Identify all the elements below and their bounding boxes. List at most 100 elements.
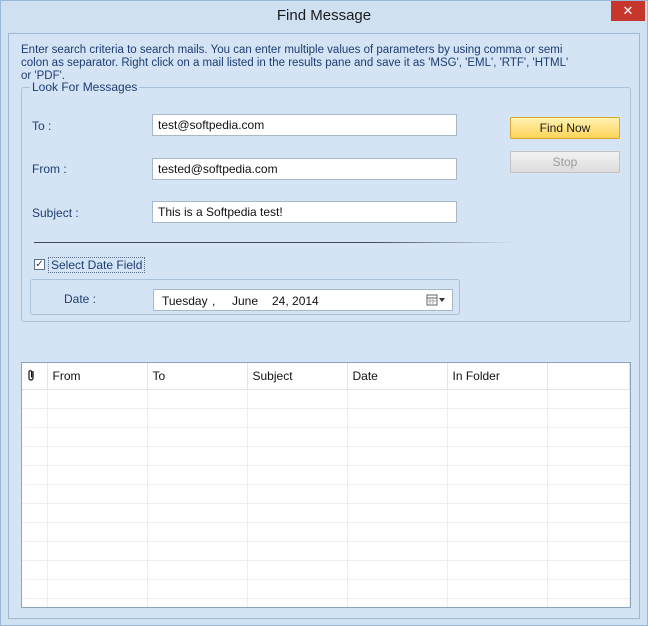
table-cell — [347, 408, 448, 428]
table-cell — [47, 560, 148, 580]
table-cell — [247, 579, 348, 599]
results-grid[interactable]: From To Subject Date In Folder — [21, 362, 631, 608]
table-cell — [347, 427, 448, 447]
table-cell — [447, 503, 548, 523]
table-row[interactable] — [22, 560, 630, 580]
title-bar: Find Message ✕ — [1, 1, 647, 33]
date-weekday: Tuesday — [162, 294, 208, 308]
table-row[interactable] — [22, 389, 630, 409]
separator-line — [34, 242, 514, 243]
table-cell — [22, 541, 48, 561]
table-cell — [347, 389, 448, 409]
table-cell — [22, 465, 48, 485]
from-input[interactable]: tested@softpedia.com — [152, 158, 457, 180]
table-row[interactable] — [22, 541, 630, 561]
table-cell — [347, 503, 448, 523]
table-cell — [547, 598, 630, 607]
table-row[interactable] — [22, 598, 630, 607]
table-cell — [447, 541, 548, 561]
to-input[interactable]: test@softpedia.com — [152, 114, 457, 136]
table-cell — [447, 427, 548, 447]
table-cell — [247, 408, 348, 428]
table-cell — [247, 598, 348, 607]
table-cell — [347, 541, 448, 561]
table-row[interactable] — [22, 522, 630, 542]
table-cell — [347, 446, 448, 466]
table-cell — [47, 579, 148, 599]
table-cell — [147, 484, 248, 504]
table-cell — [147, 503, 248, 523]
column-header-to[interactable]: To — [147, 363, 248, 390]
column-header-date[interactable]: Date — [347, 363, 448, 390]
table-cell — [47, 446, 148, 466]
look-for-messages-group: Look For Messages To : test@softpedia.co… — [21, 80, 631, 322]
table-row[interactable] — [22, 427, 630, 447]
dialog-body: Enter search criteria to search mails. Y… — [8, 33, 640, 619]
table-cell — [447, 560, 548, 580]
table-cell — [247, 427, 348, 447]
table-cell — [247, 541, 348, 561]
select-date-label[interactable]: Select Date Field — [48, 257, 146, 273]
table-cell — [147, 579, 248, 599]
subject-label: Subject : — [32, 206, 79, 220]
table-row[interactable] — [22, 484, 630, 504]
select-date-checkbox[interactable]: ✓ — [34, 259, 45, 270]
table-cell — [22, 484, 48, 504]
stop-button[interactable]: Stop — [510, 151, 620, 173]
column-header-filler — [547, 363, 630, 390]
table-cell — [47, 465, 148, 485]
table-cell — [47, 484, 148, 504]
date-month: June — [232, 294, 259, 308]
table-cell — [447, 598, 548, 607]
attachment-column-header[interactable] — [22, 363, 48, 390]
table-cell — [347, 522, 448, 542]
window-title: Find Message — [276, 7, 372, 24]
table-row[interactable] — [22, 408, 630, 428]
table-cell — [547, 503, 630, 523]
close-button[interactable]: ✕ — [611, 1, 645, 21]
date-picker[interactable]: Tuesday , June 24, 2014 — [153, 289, 453, 311]
table-cell — [47, 389, 148, 409]
table-cell — [47, 541, 148, 561]
table-cell — [247, 560, 348, 580]
table-cell — [22, 560, 48, 580]
table-row[interactable] — [22, 579, 630, 599]
table-cell — [22, 522, 48, 542]
table-cell — [247, 389, 348, 409]
date-separator: , — [212, 294, 216, 308]
table-row[interactable] — [22, 465, 630, 485]
table-cell — [147, 427, 248, 447]
table-cell — [22, 598, 48, 607]
table-cell — [22, 446, 48, 466]
table-row[interactable] — [22, 446, 630, 466]
table-cell — [147, 541, 248, 561]
find-message-window: Find Message ✕ Enter search criteria to … — [0, 0, 648, 626]
column-header-in-folder[interactable]: In Folder — [447, 363, 548, 390]
table-cell — [22, 389, 48, 409]
results-header-row: From To Subject Date In Folder — [22, 363, 630, 390]
table-cell — [547, 484, 630, 504]
table-cell — [547, 560, 630, 580]
table-row[interactable] — [22, 503, 630, 523]
column-header-subject[interactable]: Subject — [247, 363, 348, 390]
calendar-dropdown-icon[interactable] — [426, 294, 446, 307]
table-cell — [147, 560, 248, 580]
table-cell — [447, 522, 548, 542]
subject-input[interactable]: This is a Softpedia test! — [152, 201, 457, 223]
table-cell — [347, 598, 448, 607]
table-cell — [347, 579, 448, 599]
table-cell — [447, 484, 548, 504]
table-cell — [447, 446, 548, 466]
find-now-button[interactable]: Find Now — [510, 117, 620, 139]
table-cell — [147, 389, 248, 409]
table-cell — [147, 522, 248, 542]
table-cell — [147, 465, 248, 485]
table-cell — [247, 484, 348, 504]
results-table: From To Subject Date In Folder — [22, 363, 630, 607]
table-cell — [447, 408, 548, 428]
table-cell — [147, 598, 248, 607]
table-cell — [347, 465, 448, 485]
table-cell — [22, 503, 48, 523]
column-header-from[interactable]: From — [47, 363, 148, 390]
table-cell — [22, 579, 48, 599]
